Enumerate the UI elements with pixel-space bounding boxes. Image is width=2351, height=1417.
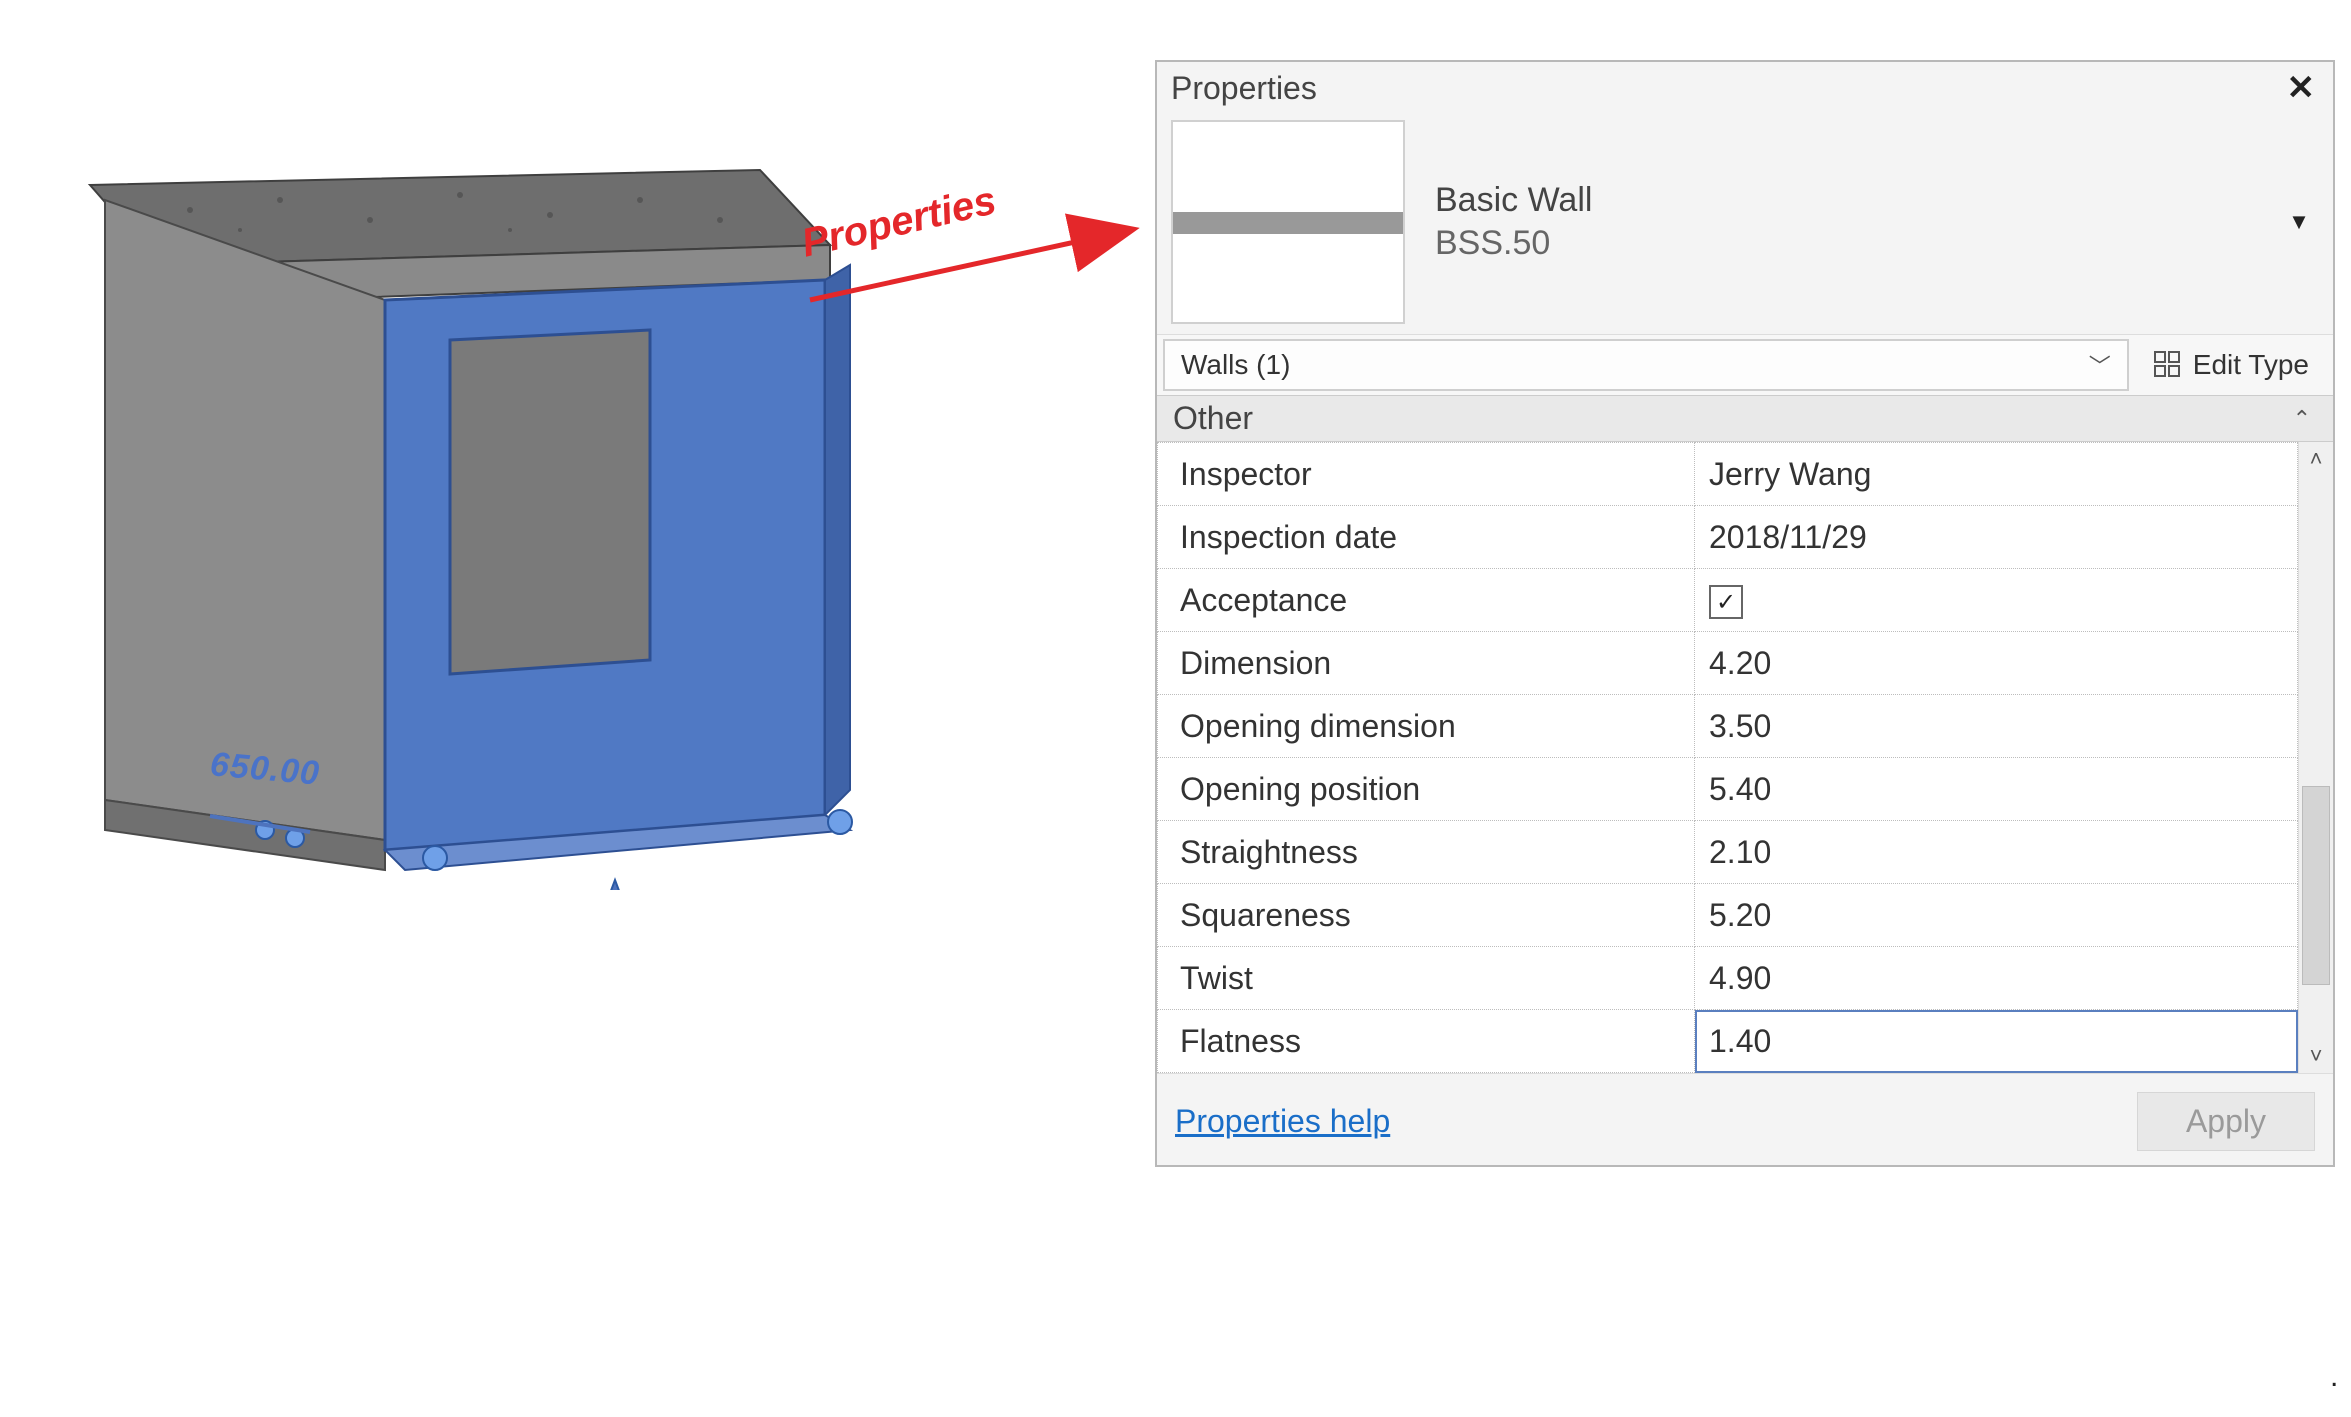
property-row: Dimension4.20 xyxy=(1158,632,2298,695)
type-thumbnail-icon xyxy=(1171,120,1405,324)
property-value[interactable]: 4.20 xyxy=(1695,632,2298,695)
property-label: Twist xyxy=(1158,947,1695,1010)
panel-title: Properties xyxy=(1171,70,1317,107)
property-label: Dimension xyxy=(1158,632,1695,695)
properties-table: InspectorJerry WangInspection date2018/1… xyxy=(1157,442,2298,1073)
scroll-down-icon[interactable]: ˅ xyxy=(2310,1039,2323,1073)
property-label: Opening dimension xyxy=(1158,695,1695,758)
properties-panel: Properties ✕ Basic Wall BSS.50 ▼ Walls (… xyxy=(1155,60,2335,1167)
property-row: Opening position5.40 xyxy=(1158,758,2298,821)
type-family-label: Basic Wall xyxy=(1435,181,2279,220)
property-label: Straightness xyxy=(1158,821,1695,884)
property-label: Inspector xyxy=(1158,443,1695,506)
property-value[interactable]: 4.90 xyxy=(1695,947,2298,1010)
property-label: Flatness xyxy=(1158,1010,1695,1073)
chevron-down-icon[interactable]: ▼ xyxy=(2279,209,2319,235)
property-label: Inspection date xyxy=(1158,506,1695,569)
type-selector-row[interactable]: Basic Wall BSS.50 ▼ xyxy=(1157,114,2333,334)
edit-type-icon xyxy=(2153,350,2183,380)
property-value[interactable]: 2.10 xyxy=(1695,821,2298,884)
property-label: Squareness xyxy=(1158,884,1695,947)
collapse-icon[interactable]: ⌃ xyxy=(2287,406,2317,432)
property-value[interactable]: 3.50 xyxy=(1695,695,2298,758)
property-row: Opening dimension3.50 xyxy=(1158,695,2298,758)
type-name-label: BSS.50 xyxy=(1435,224,2279,263)
scroll-up-icon[interactable]: ˄ xyxy=(2310,442,2323,476)
property-row: Inspection date2018/11/29 xyxy=(1158,506,2298,569)
property-row: InspectorJerry Wang xyxy=(1158,443,2298,506)
property-value[interactable]: 5.40 xyxy=(1695,758,2298,821)
trailing-period: . xyxy=(2330,1360,2338,1394)
checkbox-icon[interactable]: ✓ xyxy=(1709,585,1743,619)
group-header-label: Other xyxy=(1173,400,1253,437)
property-row: Straightness2.10 xyxy=(1158,821,2298,884)
property-value[interactable]: 1.40 xyxy=(1695,1010,2298,1073)
chevron-down-icon: ﹀ xyxy=(2089,349,2111,381)
close-icon[interactable]: ✕ xyxy=(2283,68,2320,108)
property-row: Twist4.90 xyxy=(1158,947,2298,1010)
panel-titlebar: Properties ✕ xyxy=(1157,62,2333,114)
property-value[interactable]: 2018/11/29 xyxy=(1695,506,2298,569)
group-header-other[interactable]: Other ⌃ xyxy=(1157,395,2333,442)
property-value[interactable]: 5.20 xyxy=(1695,884,2298,947)
property-value[interactable]: ✓ xyxy=(1695,569,2298,632)
apply-button[interactable]: Apply xyxy=(2137,1092,2315,1151)
scrollbar[interactable]: ˄ ˅ xyxy=(2298,442,2333,1073)
properties-help-link[interactable]: Properties help xyxy=(1175,1103,1390,1140)
scroll-thumb[interactable] xyxy=(2302,786,2330,985)
property-label: Opening position xyxy=(1158,758,1695,821)
property-row: Flatness1.40 xyxy=(1158,1010,2298,1073)
property-value[interactable]: Jerry Wang xyxy=(1695,443,2298,506)
property-row: Squareness5.20 xyxy=(1158,884,2298,947)
property-row: Acceptance ✓ xyxy=(1158,569,2298,632)
model-viewport[interactable]: 650.00 xyxy=(40,70,860,890)
edit-type-label: Edit Type xyxy=(2193,349,2309,381)
element-filter-label: Walls (1) xyxy=(1181,349,1290,381)
property-label: Acceptance xyxy=(1158,569,1695,632)
element-filter-dropdown[interactable]: Walls (1) ﹀ xyxy=(1163,339,2129,391)
edit-type-button[interactable]: Edit Type xyxy=(2135,339,2327,391)
